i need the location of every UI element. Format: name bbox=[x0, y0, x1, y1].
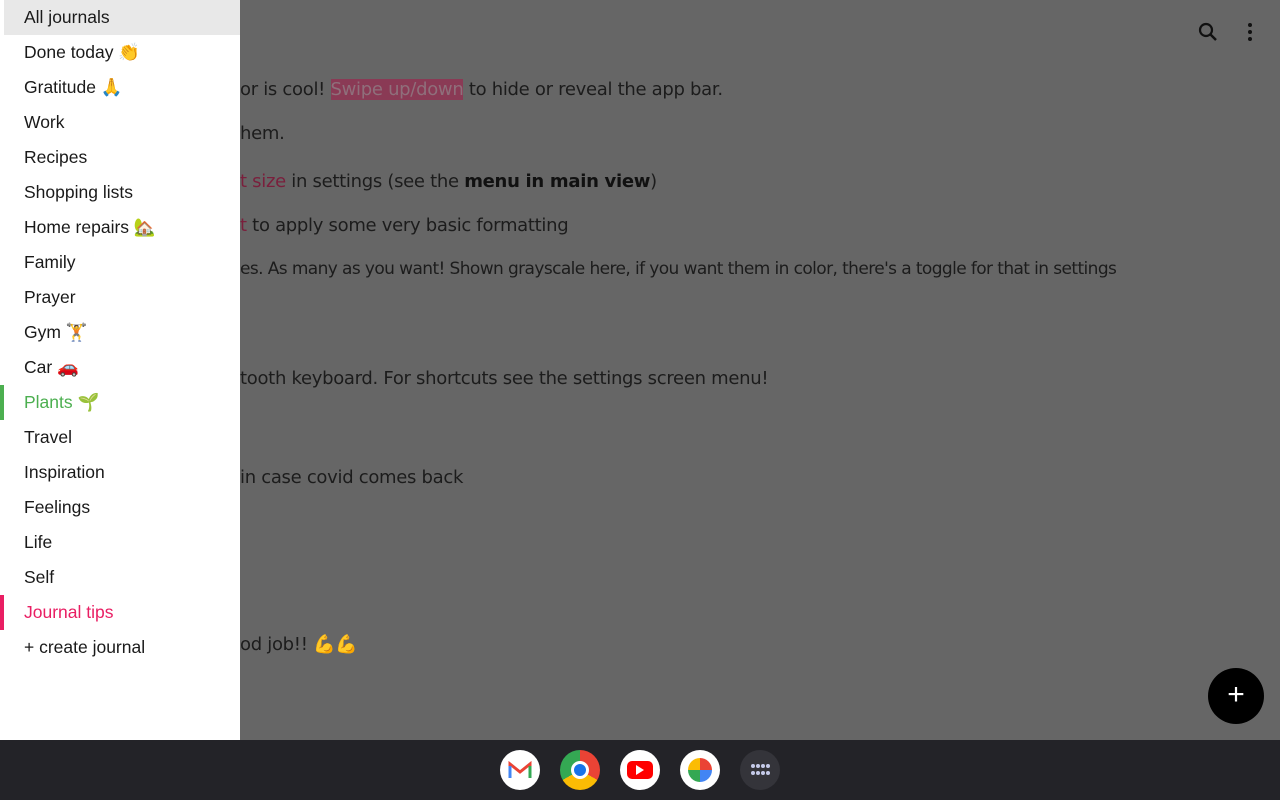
drawer-item[interactable]: Recipes bbox=[0, 140, 240, 175]
drawer-item-label: Life bbox=[24, 532, 53, 552]
drawer-item-label: Journal tips bbox=[24, 602, 114, 622]
search-icon[interactable] bbox=[1196, 20, 1220, 44]
drawer-item[interactable]: Car 🚗 bbox=[0, 350, 240, 385]
drawer-item[interactable]: Prayer bbox=[0, 280, 240, 315]
drawer-item[interactable]: Shopping lists bbox=[0, 175, 240, 210]
more-vert-icon[interactable] bbox=[1238, 20, 1262, 44]
text: ) bbox=[650, 171, 657, 192]
drawer-item[interactable]: Travel bbox=[0, 420, 240, 455]
text: tooth keyboard. For shortcuts see the se… bbox=[240, 368, 769, 389]
content-line: t size in settings (see the menu in main… bbox=[240, 171, 657, 192]
text: hem. bbox=[240, 123, 285, 144]
gmail-icon[interactable] bbox=[500, 750, 540, 790]
text: in settings (see the bbox=[285, 171, 465, 192]
content-line: in case covid comes back bbox=[240, 467, 463, 488]
drawer-item-label: Shopping lists bbox=[24, 182, 133, 202]
drawer-item[interactable]: Self bbox=[0, 560, 240, 595]
drawer-item[interactable]: Done today 👏 bbox=[0, 35, 240, 70]
drawer-item-label: Travel bbox=[24, 427, 72, 447]
taskbar bbox=[0, 740, 1280, 800]
drawer-item-label: Feelings bbox=[24, 497, 91, 517]
text: or is cool! bbox=[240, 79, 331, 100]
chrome-icon[interactable] bbox=[560, 750, 600, 790]
drawer-item[interactable]: Gym 🏋 bbox=[0, 315, 240, 350]
drawer-item[interactable]: Journal tips bbox=[0, 595, 240, 630]
drawer-item-label: Prayer bbox=[24, 287, 76, 307]
selected-indicator bbox=[0, 385, 4, 420]
drawer-item-label: All journals bbox=[24, 7, 110, 27]
content-line: t to apply some very basic formatting bbox=[240, 215, 569, 236]
text: in case covid comes back bbox=[240, 467, 464, 488]
drawer-item[interactable]: Gratitude 🙏 bbox=[0, 70, 240, 105]
text: to apply some very basic formatting bbox=[246, 215, 569, 236]
drawer-item[interactable]: Plants 🌱 bbox=[0, 385, 240, 420]
drawer-item[interactable]: Work bbox=[0, 105, 240, 140]
drawer-item-label: Done today 👏 bbox=[24, 42, 141, 62]
content-line: tooth keyboard. For shortcuts see the se… bbox=[240, 368, 769, 389]
drawer-item-label: Plants 🌱 bbox=[24, 392, 100, 412]
drawer-item[interactable]: Family bbox=[0, 245, 240, 280]
drawer-item[interactable]: Feelings bbox=[0, 490, 240, 525]
drawer-item-label: Home repairs 🏡 bbox=[24, 217, 156, 237]
app-launcher-icon[interactable] bbox=[740, 750, 780, 790]
drawer-item-label: Gym 🏋 bbox=[24, 322, 88, 342]
drawer-item-label: + create journal bbox=[24, 637, 146, 657]
drawer-item[interactable]: Inspiration bbox=[0, 455, 240, 490]
content-line: es. As many as you want! Shown grayscale… bbox=[240, 259, 1117, 279]
content-line: or is cool! Swipe up/down to hide or rev… bbox=[240, 79, 723, 100]
selected-indicator bbox=[0, 595, 4, 630]
drawer-item-label: Self bbox=[24, 567, 55, 587]
bold-text: menu in main view bbox=[464, 171, 651, 192]
drawer-item-label: Family bbox=[24, 252, 76, 272]
youtube-icon[interactable] bbox=[620, 750, 660, 790]
text: es. As many as you want! Shown grayscale… bbox=[240, 259, 1117, 279]
journal-drawer: All journals Done today 👏 Gratitude 🙏 Work R… bbox=[0, 0, 240, 740]
content-line: od job!! 💪💪 bbox=[240, 634, 358, 655]
photos-icon[interactable] bbox=[680, 750, 720, 790]
drawer-item-label: Recipes bbox=[24, 147, 88, 167]
drawer-item-label: Inspiration bbox=[24, 462, 105, 482]
drawer-item[interactable]: All journals bbox=[4, 0, 240, 35]
colored-text: t size bbox=[240, 171, 286, 192]
drawer-item-label: Work bbox=[24, 112, 65, 132]
drawer-item[interactable]: Life bbox=[0, 525, 240, 560]
colored-text: t bbox=[240, 215, 247, 236]
text: to hide or reveal the app bar. bbox=[463, 79, 723, 100]
muscle-emoji: 💪💪 bbox=[313, 634, 358, 655]
highlighted-text: Swipe up/down bbox=[330, 79, 464, 100]
drawer-item[interactable]: Home repairs 🏡 bbox=[0, 210, 240, 245]
text: od job!! bbox=[240, 634, 314, 655]
add-entry-button[interactable]: + bbox=[1208, 668, 1264, 724]
create-journal-button[interactable]: + create journal bbox=[0, 630, 240, 665]
content-line: hem. bbox=[240, 123, 285, 144]
drawer-item-label: Car 🚗 bbox=[24, 357, 79, 377]
drawer-item-label: Gratitude 🙏 bbox=[24, 77, 123, 97]
